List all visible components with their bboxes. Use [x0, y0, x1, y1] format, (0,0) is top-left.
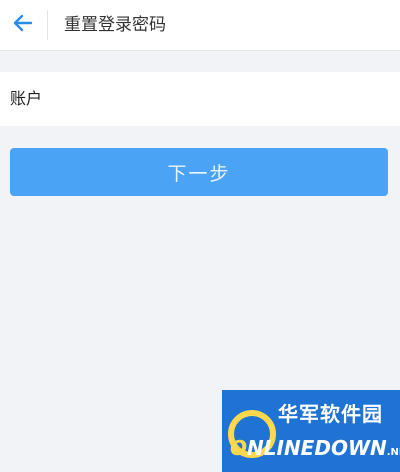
header-divider: [47, 10, 48, 40]
top-bar: 重置登录密码: [0, 0, 400, 51]
back-arrow-icon: [12, 12, 34, 38]
onlinedown-watermark-logo: 华军软件园 ONLINEDOWN.NET: [222, 390, 400, 472]
account-row: 账户: [0, 72, 400, 126]
account-input[interactable]: [70, 82, 390, 116]
watermark-brand-en: ONLINEDOWN.NET: [230, 436, 400, 460]
next-step-button[interactable]: 下一步: [10, 148, 388, 196]
page-title: 重置登录密码: [64, 15, 166, 35]
watermark-brand-en-suffix: .NET: [386, 447, 400, 458]
watermark-brand-en-first: O: [230, 436, 248, 460]
account-label: 账户: [10, 89, 43, 108]
watermark-brand-en-rest: NLINEDOWN: [247, 436, 387, 460]
back-button[interactable]: [0, 0, 46, 50]
watermark-brand-cn: 华军软件园: [278, 402, 383, 426]
